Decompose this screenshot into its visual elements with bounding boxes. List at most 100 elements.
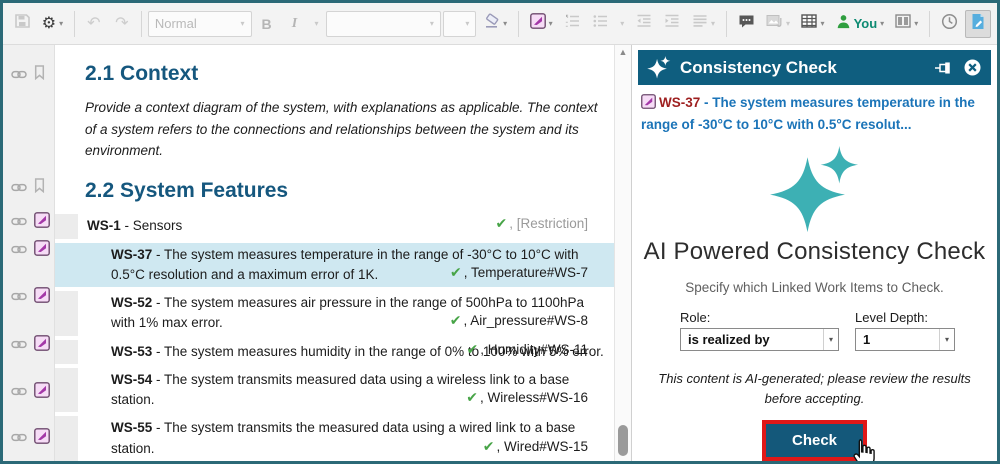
workitem-row-ws52[interactable]: WS-52 - The system measures air pressure… [55, 291, 614, 336]
row-handle[interactable] [55, 291, 78, 336]
link-icon[interactable] [11, 241, 27, 259]
link-icon[interactable] [11, 336, 27, 354]
annotation-highlight: Check [762, 420, 867, 461]
workitem-sep: - [152, 295, 164, 310]
user-filter-button[interactable]: You▾ [831, 10, 888, 38]
document-edit-mode-button[interactable] [965, 10, 991, 38]
document-editor[interactable]: 2.1 Context Provide a context diagram of… [55, 45, 614, 461]
workitem-id: WS-54 [111, 372, 152, 387]
document-pen-icon [970, 13, 986, 35]
indent-button[interactable] [659, 10, 685, 38]
row-handle[interactable] [55, 416, 78, 461]
check-icon: ✔ [495, 215, 507, 231]
link-icon[interactable] [11, 383, 27, 401]
link-icon[interactable] [11, 213, 27, 231]
align-button[interactable]: ▾ [687, 10, 719, 38]
document-scrollbar[interactable]: ▲ [614, 45, 631, 461]
columns-icon [895, 14, 911, 33]
workitem-icon[interactable] [34, 335, 50, 356]
ai-disclaimer: This content is AI-generated; please rev… [652, 369, 977, 408]
workitem-id: WS-37 [111, 247, 152, 262]
chevron-down-icon: ▾ [914, 20, 918, 28]
eraser-icon [483, 13, 500, 34]
clear-format-button[interactable]: ▾ [478, 10, 511, 38]
row-handle[interactable] [55, 214, 78, 238]
workitem-id: WS-55 [111, 420, 152, 435]
pin-icon[interactable] [934, 61, 954, 75]
text-style-dropdown[interactable]: ▾ [310, 10, 324, 38]
save-button[interactable] [9, 10, 35, 38]
link-icon[interactable] [11, 429, 27, 447]
outdent-icon [636, 13, 652, 34]
workitem-row-ws55[interactable]: WS-55 - The system transmits the measure… [55, 416, 614, 461]
bullet-list-button[interactable] [587, 10, 613, 38]
workitem-icon[interactable] [34, 428, 50, 449]
history-button[interactable] [936, 10, 963, 38]
workitem-row-ws53[interactable]: WS-53 - The system measures humidity in … [55, 340, 614, 364]
link-icon[interactable] [11, 179, 27, 197]
bookmark-icon[interactable] [34, 178, 45, 198]
save-icon [14, 13, 30, 34]
font-family-select[interactable]: ▾ [326, 11, 441, 37]
insert-image-button[interactable]: ▾ [761, 10, 794, 38]
check-icon: ✔ [450, 264, 462, 280]
list-options-dropdown[interactable]: ▾ [615, 10, 629, 38]
insert-workitem-button[interactable]: ▾ [525, 10, 557, 38]
gutter-row [11, 67, 45, 83]
link-icon[interactable] [11, 66, 27, 84]
panel-header: Consistency Check [638, 50, 991, 85]
clock-icon [941, 13, 958, 35]
gutter-row [11, 242, 50, 258]
toolbar-right-group [925, 10, 991, 38]
workitem-icon[interactable] [34, 240, 50, 261]
role-field: Role: is realized by ▾ [680, 310, 839, 351]
level-depth-label: Level Depth: [855, 310, 955, 325]
section-heading-context: 2.1 Context [85, 61, 614, 87]
chevron-down-icon: ▾ [786, 20, 790, 28]
bullet-list-icon [592, 13, 608, 34]
bookmark-icon[interactable] [34, 65, 45, 85]
workitem-icon[interactable] [34, 212, 50, 233]
numbered-list-button[interactable] [559, 10, 585, 38]
workitem-icon[interactable] [34, 287, 50, 308]
workitem-row-ws54[interactable]: WS-54 - The system transmits measured da… [55, 368, 614, 413]
scroll-up-arrow[interactable]: ▲ [615, 47, 631, 57]
layout-columns-button[interactable]: ▾ [891, 10, 923, 38]
italic-icon: I [292, 16, 297, 32]
row-handle[interactable] [55, 340, 78, 364]
scrollbar-thumb[interactable] [618, 425, 628, 456]
workitem-icon[interactable] [34, 382, 50, 403]
workitem-row-ws1[interactable]: WS-1 - Sensors ✔, [Restriction] [55, 214, 614, 238]
chevron-down-icon: ▾ [711, 20, 715, 28]
chevron-down-icon: ▾ [241, 20, 245, 28]
outdent-button[interactable] [631, 10, 657, 38]
redo-button[interactable]: ↷ [109, 10, 135, 38]
insert-table-button[interactable]: ▾ [797, 10, 829, 38]
status-text: , [Restriction] [509, 216, 588, 231]
settings-button[interactable]: ⚙▾ [37, 10, 68, 38]
workitem-status: ✔, Wireless#WS-16 [466, 387, 588, 408]
bold-button[interactable]: B [254, 10, 280, 38]
row-handle[interactable] [55, 368, 78, 413]
level-depth-select[interactable]: 1 ▾ [855, 328, 955, 351]
link-icon[interactable] [11, 288, 27, 306]
checked-workitem-reference[interactable]: WS-37 - The system measures temperature … [641, 93, 988, 134]
font-size-select[interactable]: ▾ [443, 11, 477, 37]
context-paragraph: Provide a context diagram of the system,… [85, 97, 601, 162]
row-handle[interactable] [55, 243, 78, 288]
comment-button[interactable] [733, 10, 760, 38]
gutter-row [11, 289, 50, 305]
close-icon[interactable] [963, 58, 982, 77]
check-options-form: Role: is realized by ▾ Level Depth: 1 ▾ [680, 310, 955, 351]
panel-title: Consistency Check [680, 58, 925, 78]
workitem-id: WS-37 [659, 95, 700, 110]
redo-icon: ↷ [115, 16, 128, 32]
role-select[interactable]: is realized by ▾ [680, 328, 839, 351]
paragraph-style-select[interactable]: Normal▾ [148, 11, 252, 37]
check-icon: ✔ [483, 438, 495, 454]
undo-button[interactable]: ↶ [81, 10, 107, 38]
gear-icon: ⚙ [42, 16, 56, 32]
workitem-sep: - [152, 372, 164, 387]
workitem-row-ws37[interactable]: WS-37 - The system measures temperature … [55, 243, 614, 288]
italic-button[interactable]: I [282, 10, 308, 38]
